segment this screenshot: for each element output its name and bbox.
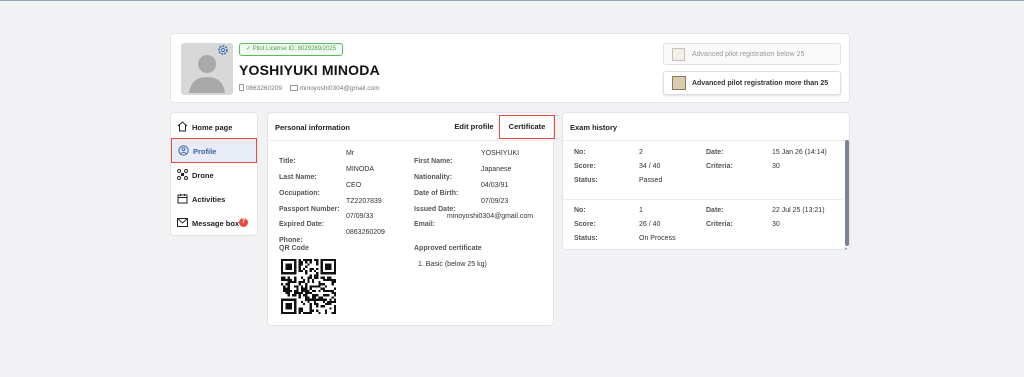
- exam-score-label: Score:: [574, 221, 596, 228]
- exam-criteria-label: Criteria:: [706, 163, 733, 170]
- field-label: Email:: [414, 221, 436, 228]
- avatar-settings-icon[interactable]: [217, 44, 229, 56]
- field-value: CEO: [346, 182, 362, 189]
- exam-date: 22 Jul 25 (13:21): [772, 207, 825, 214]
- exam-date-label: Date:: [706, 207, 724, 214]
- personal-info-title: Personal information: [275, 123, 351, 132]
- sidebar: Home page Profile Drone Activities Messa…: [170, 112, 258, 236]
- field-value: Mr: [346, 150, 355, 157]
- mail-icon: [289, 85, 298, 91]
- license-id: Pilot License ID: 8029289/2025: [252, 46, 337, 52]
- sidebar-item-label: Activities: [192, 195, 226, 204]
- exam-no: 1: [639, 207, 643, 214]
- field-label: Passport Number:: [279, 206, 340, 213]
- profile-email: minoyoshi0304@gmail.com: [299, 85, 380, 92]
- profile-phone: 0863260209: [245, 85, 282, 92]
- sidebar-item-message-box[interactable]: Message box 7: [171, 212, 257, 234]
- exam-status-label: Status:: [574, 235, 598, 242]
- exam-score: 34 / 40: [639, 163, 661, 170]
- header-divider: [268, 140, 555, 141]
- exam-criteria-label: Criteria:: [706, 221, 733, 228]
- field-value: minoyoshi0304@gmail.com: [447, 213, 534, 220]
- field-label: First Name:: [414, 158, 453, 165]
- exam-entry: No: 1 Score: 26 / 40 Status: On Process …: [563, 199, 843, 249]
- approved-certificate-label: Approved certificate: [414, 245, 482, 252]
- registration-below25-label: Advanced pilot registration below 25: [692, 51, 805, 58]
- sidebar-item-label: Drone: [192, 171, 214, 180]
- exam-date-label: Date:: [706, 149, 724, 156]
- exam-no-label: No:: [574, 207, 586, 214]
- field-label: Last Name:: [279, 174, 317, 181]
- edit-profile-label: Edit profile: [454, 122, 494, 131]
- field-label: Expired Date:: [279, 221, 325, 228]
- exam-status: Passed: [639, 177, 663, 184]
- phone-icon: [239, 84, 244, 91]
- sidebar-item-drone[interactable]: Drone: [171, 164, 257, 186]
- field-label: Occupation:: [279, 190, 320, 197]
- personal-info-card: Personal information Edit profile Certif…: [267, 112, 555, 326]
- drone-register-icon: [672, 76, 686, 90]
- exam-scrollbar-thumb[interactable]: [845, 140, 849, 246]
- profile-name: YOSHIYUKI MINODA: [239, 62, 380, 78]
- sidebar-item-label: Message box: [192, 219, 240, 228]
- profile-header-card: ✓ Pilot License ID: 8029289/2025 YOSHIYU…: [170, 33, 850, 103]
- edit-profile-button[interactable]: Edit profile: [451, 117, 497, 137]
- field-value: 07/09/23: [481, 198, 509, 205]
- home-icon: [177, 121, 188, 132]
- field-value: YOSHIYUKI: [481, 150, 520, 157]
- sidebar-item-profile[interactable]: Profile: [171, 138, 257, 163]
- field-value: MINODA: [346, 166, 374, 173]
- sidebar-item-home[interactable]: Home page: [171, 116, 257, 138]
- sidebar-item-activities[interactable]: Activities: [171, 188, 257, 210]
- registration-below25-button[interactable]: Advanced pilot registration below 25: [663, 43, 841, 65]
- field-value: Japanese: [481, 166, 512, 173]
- approved-certificate-item: 1. Basic (below 25 kg): [418, 261, 487, 268]
- field-value: 0863260209: [346, 229, 385, 236]
- certificate-button[interactable]: Certificate: [499, 115, 555, 139]
- pilot-license-badge: ✓ Pilot License ID: 8029289/2025: [239, 43, 344, 56]
- field-label: Phone:: [279, 237, 303, 244]
- contact-row: 0863260209 minoyoshi0304@gmail.com: [239, 84, 380, 92]
- scroll-down-icon[interactable]: ▼: [844, 246, 848, 251]
- exam-history-title: Exam history: [570, 123, 618, 132]
- sidebar-item-label: Home page: [192, 123, 233, 132]
- exam-history-card: Exam history No: 2 Score: 34 / 40 Status…: [562, 112, 851, 251]
- registration-above25-button[interactable]: Advanced pilot registration more than 25: [663, 71, 841, 95]
- qr-code[interactable]: [281, 259, 336, 314]
- exam-status-label: Status:: [574, 177, 598, 184]
- user-circle-icon: [178, 145, 189, 156]
- message-count-badge: 7: [239, 218, 248, 227]
- field-label: Issued Date:: [414, 206, 456, 213]
- certificate-label: Certificate: [508, 122, 546, 131]
- field-value: 04/03/91: [481, 182, 509, 189]
- exam-date: 15 Jan 26 (14:14): [772, 149, 827, 156]
- drone-register-icon: [672, 48, 685, 61]
- exam-criteria: 30: [772, 163, 780, 170]
- badge-check-icon: ✓: [246, 46, 253, 52]
- field-label: Nationality:: [414, 174, 453, 181]
- field-value: 07/09/33: [346, 213, 374, 220]
- registration-above25-label: Advanced pilot registration more than 25: [692, 80, 829, 87]
- exam-score-label: Score:: [574, 163, 596, 170]
- field-label: Title:: [279, 158, 296, 165]
- field-email: Email: minoyoshi0304@gmail.com: [414, 213, 533, 231]
- exam-no-label: No:: [574, 149, 586, 156]
- envelope-icon: [177, 218, 188, 227]
- exam-status: On Process: [639, 235, 676, 242]
- exam-criteria: 30: [772, 221, 780, 228]
- field-value: TZ2207839: [346, 198, 382, 205]
- qr-code-label: QR Code: [279, 245, 309, 252]
- exam-entry: No: 2 Score: 34 / 40 Status: Passed Date…: [563, 141, 843, 196]
- exam-score: 26 / 40: [639, 221, 661, 228]
- drone-icon: [177, 169, 188, 180]
- sidebar-item-label: Profile: [193, 147, 217, 156]
- field-label: Date of Birth:: [414, 190, 459, 197]
- exam-no: 2: [639, 149, 643, 156]
- calendar-icon: [177, 193, 188, 204]
